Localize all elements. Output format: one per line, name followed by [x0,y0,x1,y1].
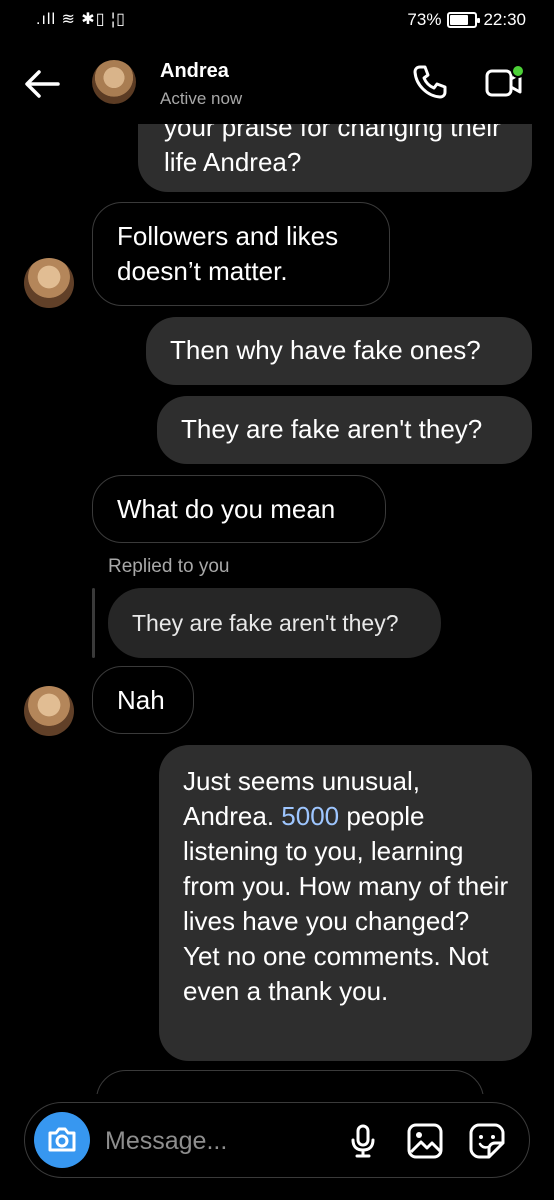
microphone-icon [351,1124,375,1158]
message-bubble-outgoing[interactable]: Then why have fake ones? [146,317,532,385]
arrow-left-icon [25,70,60,98]
sticker-button[interactable] [467,1121,507,1161]
avatar[interactable] [24,258,74,308]
message-text: They are fake aren't they? [181,414,483,444]
avatar[interactable] [92,60,136,104]
battery-percent: 73% [407,10,442,29]
message-text: Followers and likes doesn’t matter. [117,221,339,286]
voice-message-button[interactable] [345,1123,381,1159]
contact-name[interactable]: Andrea [160,60,229,83]
back-button[interactable] [22,64,62,104]
highlighted-number[interactable]: 5000 [281,801,339,831]
message-text: Nah [117,685,165,715]
chat-header: Andrea Active now [0,40,554,124]
avatar[interactable] [24,686,74,736]
message-bubble-incoming[interactable]: What do you mean [92,475,386,543]
message-input[interactable] [105,1123,345,1159]
status-icons: .ıll ≋ ✱▯ ¦▯ [36,11,126,28]
camera-icon [48,1127,76,1152]
message-bubble-incoming[interactable]: Nah [92,666,194,734]
message-composer [24,1102,530,1178]
phone-icon [413,65,447,99]
gallery-button[interactable] [405,1121,445,1161]
status-right: 73% 22:30 [407,10,526,30]
camera-button[interactable] [34,1112,90,1168]
image-icon [407,1123,443,1159]
online-indicator [511,64,525,78]
message-bubble-incoming[interactable] [96,1070,484,1094]
reply-divider [92,588,95,658]
contact-status: Active now [160,89,243,108]
quoted-message[interactable]: They are fake aren't they? [108,588,441,658]
voice-call-button[interactable] [410,62,450,102]
quoted-text: They are fake aren't they? [132,609,399,636]
message-text: What do you mean [117,494,336,524]
battery-icon [447,12,481,28]
message-bubble-incoming[interactable]: Followers and likes doesn’t matter. [92,202,390,306]
message-bubble-outgoing[interactable]: They are fake aren't they? [157,396,532,464]
status-time: 22:30 [483,10,526,29]
message-text: Then why have fake ones? [170,335,481,365]
message-bubble-outgoing[interactable]: Just seems unusual, Andrea. 5000 people … [159,745,532,1061]
status-bar: .ıll ≋ ✱▯ ¦▯ 73% 22:30 [0,0,554,40]
battery-fill [450,15,468,25]
message-text: your praise for changing their life Andr… [164,124,501,177]
replied-to-label: Replied to you [108,556,230,577]
message-bubble-outgoing[interactable]: your praise for changing their life Andr… [138,124,532,192]
sticker-icon [469,1123,505,1159]
video-call-button[interactable] [482,62,526,102]
message-text-part: people listening to you, learning from y… [183,801,509,1006]
bottom-edge [0,1192,554,1200]
message-thread[interactable]: your praise for changing their life Andr… [0,124,554,1094]
